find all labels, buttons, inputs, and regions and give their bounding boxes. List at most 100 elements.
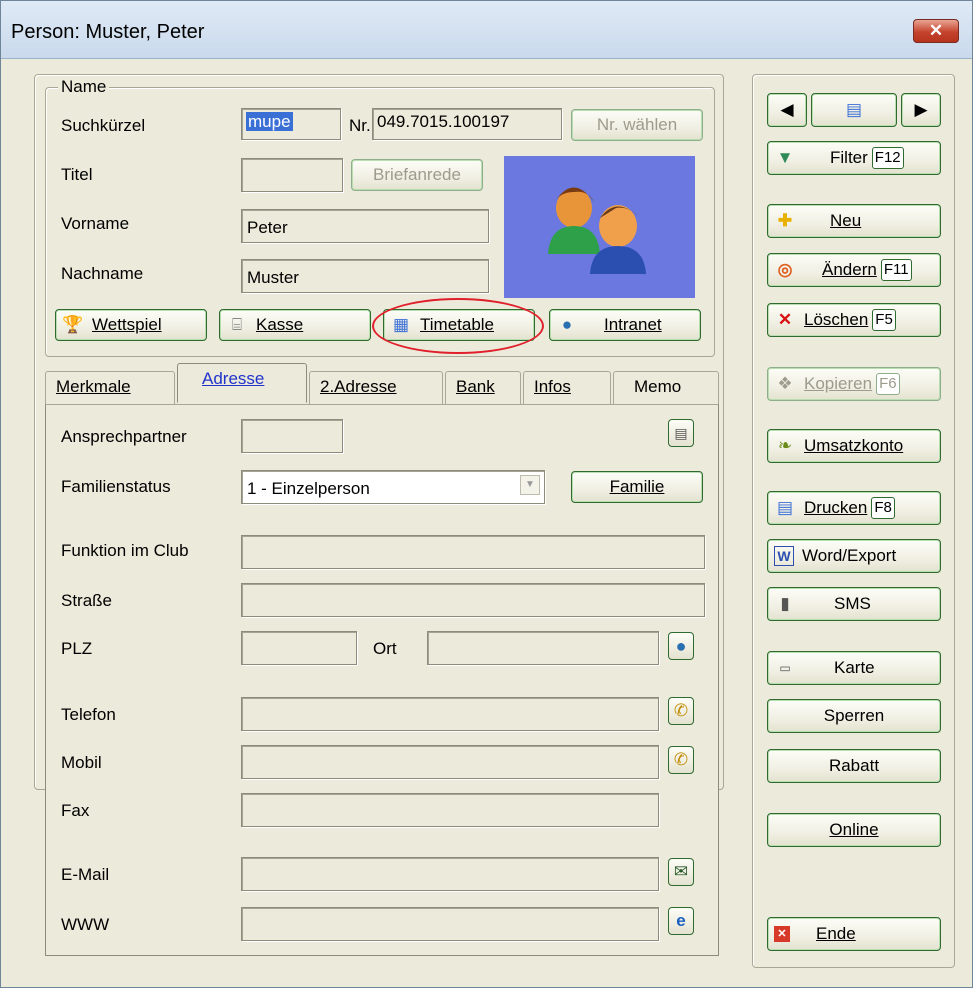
karte-label: Karte [834,658,875,677]
titel-label: Titel [61,165,93,184]
familie-button[interactable]: Familie [571,471,703,503]
ansprechpartner-field[interactable] [241,419,343,453]
filter-button[interactable]: ▼ Filter F12 [767,141,941,175]
online-button[interactable]: Online [767,813,941,847]
familienstatus-select[interactable]: 1 - Einzelperson ▼ [241,470,545,504]
nr-field[interactable]: 049.7015.100197 [372,108,562,140]
plus-icon: ✚ [777,211,793,230]
umsatzkonto-button[interactable]: ❧ Umsatzkonto [767,429,941,463]
open-browser-button[interactable]: e [668,907,694,935]
ende-button[interactable]: ✕ Ende [767,917,941,951]
strasse-label: Straße [61,591,113,610]
familienstatus-value: 1 - Einzelperson [247,479,370,498]
neu-button[interactable]: ✚ Neu [767,204,941,238]
map-globe-button[interactable]: ● [668,632,694,660]
intranet-button[interactable]: ● Intranet [549,309,701,341]
tab-merkmale-label: Merkmale [56,377,131,396]
nachname-field[interactable]: Muster [241,259,489,293]
envelope-icon: ✉ [673,862,689,881]
person-photo [504,156,695,298]
fax-label: Fax [61,801,90,820]
arrow-left-icon: ◀ [780,100,794,119]
sperren-button[interactable]: Sperren [767,699,941,733]
funktion-field[interactable] [241,535,705,569]
sms-label: SMS [834,594,871,613]
rabatt-button[interactable]: Rabatt [767,749,941,783]
tab-memo-label: Memo [634,377,682,396]
word-export-button[interactable]: W Word/Export [767,539,941,573]
prev-record-button[interactable]: ◀ [767,93,807,127]
fax-field[interactable] [241,793,659,827]
drucken-key: F8 [871,497,895,519]
tab-bank-label: Bank [456,377,495,396]
karte-button[interactable]: ▭ Karte [767,651,941,685]
close-button[interactable]: ✕ [913,19,959,43]
telefon-field[interactable] [241,697,659,731]
suchkuerzel-value: mupe [246,112,293,131]
send-email-button[interactable]: ✉ [668,858,694,886]
ort-field[interactable] [427,631,659,665]
titel-field[interactable] [241,158,343,192]
tab-bank[interactable]: Bank [445,371,521,405]
browser-icon: e [676,911,686,930]
loeschen-button[interactable]: ✕ Löschen F5 [767,303,941,337]
tab-adresse[interactable]: Adresse [177,363,307,403]
aendern-button[interactable]: ◎ Ändern F11 [767,253,941,287]
trophy-icon: 🏆 [62,315,84,334]
word-icon: W [774,546,794,566]
plz-label: PLZ [61,639,93,658]
tab-merkmale[interactable]: Merkmale [45,371,175,405]
globe-icon: ● [561,315,573,334]
next-record-button[interactable]: ▶ [901,93,941,127]
word-export-label: Word/Export [802,546,897,565]
print-icon-button[interactable]: ▤ [668,419,694,447]
tab-memo[interactable]: Memo [613,371,719,405]
tab-infos-label: Infos [534,377,571,396]
kopieren-label: Kopieren [804,374,873,393]
mobile-phone-icon: ▮ [780,594,790,613]
id-card-icon: ▭ [779,661,791,675]
drucken-button[interactable]: ▤ Drucken F8 [767,491,941,525]
window-title: Person: Muster, Peter [11,21,205,43]
phone-icon: ✆ [673,750,689,769]
strasse-field[interactable] [241,583,705,617]
suchkuerzel-field[interactable]: mupe [241,108,341,140]
email-field[interactable] [241,857,659,891]
copy-icon: ❖ [777,374,793,393]
person-window: Person: Muster, Peter ✕ Name Suchkürzel … [0,0,973,988]
persons-icon [548,187,646,274]
call-mobil-button[interactable]: ✆ [668,746,694,774]
nr-label: Nr. [349,116,371,135]
filter-key: F12 [871,147,904,169]
briefanrede-button[interactable]: Briefanrede [351,159,483,191]
familienstatus-label: Familienstatus [61,477,171,496]
kasse-button[interactable]: ⌸ Kasse [219,309,371,341]
globe-icon: ● [675,635,687,656]
tab-2-adresse-label: 2.Adresse [320,377,397,396]
printer-icon: ▤ [674,424,688,441]
call-telefon-button[interactable]: ✆ [668,697,694,725]
www-field[interactable] [241,907,659,941]
umsatzkonto-label: Umsatzkonto [804,436,904,455]
wettspiel-button[interactable]: 🏆 Wettspiel [55,309,207,341]
sms-button[interactable]: ▮ SMS [767,587,941,621]
vorname-label: Vorname [61,214,130,233]
money-icon: ❧ [777,436,793,455]
email-label: E-Mail [61,865,110,884]
vorname-field[interactable]: Peter [241,209,489,243]
neu-label: Neu [830,211,862,230]
plz-field[interactable] [241,631,357,665]
nachname-label: Nachname [61,264,144,283]
kopieren-button[interactable]: ❖ Kopieren F6 [767,367,941,401]
arrow-right-icon: ▶ [914,100,928,119]
funktion-label: Funktion im Club [61,541,189,560]
tab-infos[interactable]: Infos [523,371,611,405]
printer-icon: ▤ [776,498,794,517]
delete-x-icon: ✕ [777,310,793,329]
record-print-button[interactable]: ▤ [811,93,897,127]
chevron-down-icon[interactable]: ▼ [520,475,540,495]
tab-2-adresse[interactable]: 2.Adresse [309,371,443,405]
nr-waehlen-button[interactable]: Nr. wählen [571,109,703,141]
mobil-field[interactable] [241,745,659,779]
loeschen-label: Löschen [804,310,869,329]
